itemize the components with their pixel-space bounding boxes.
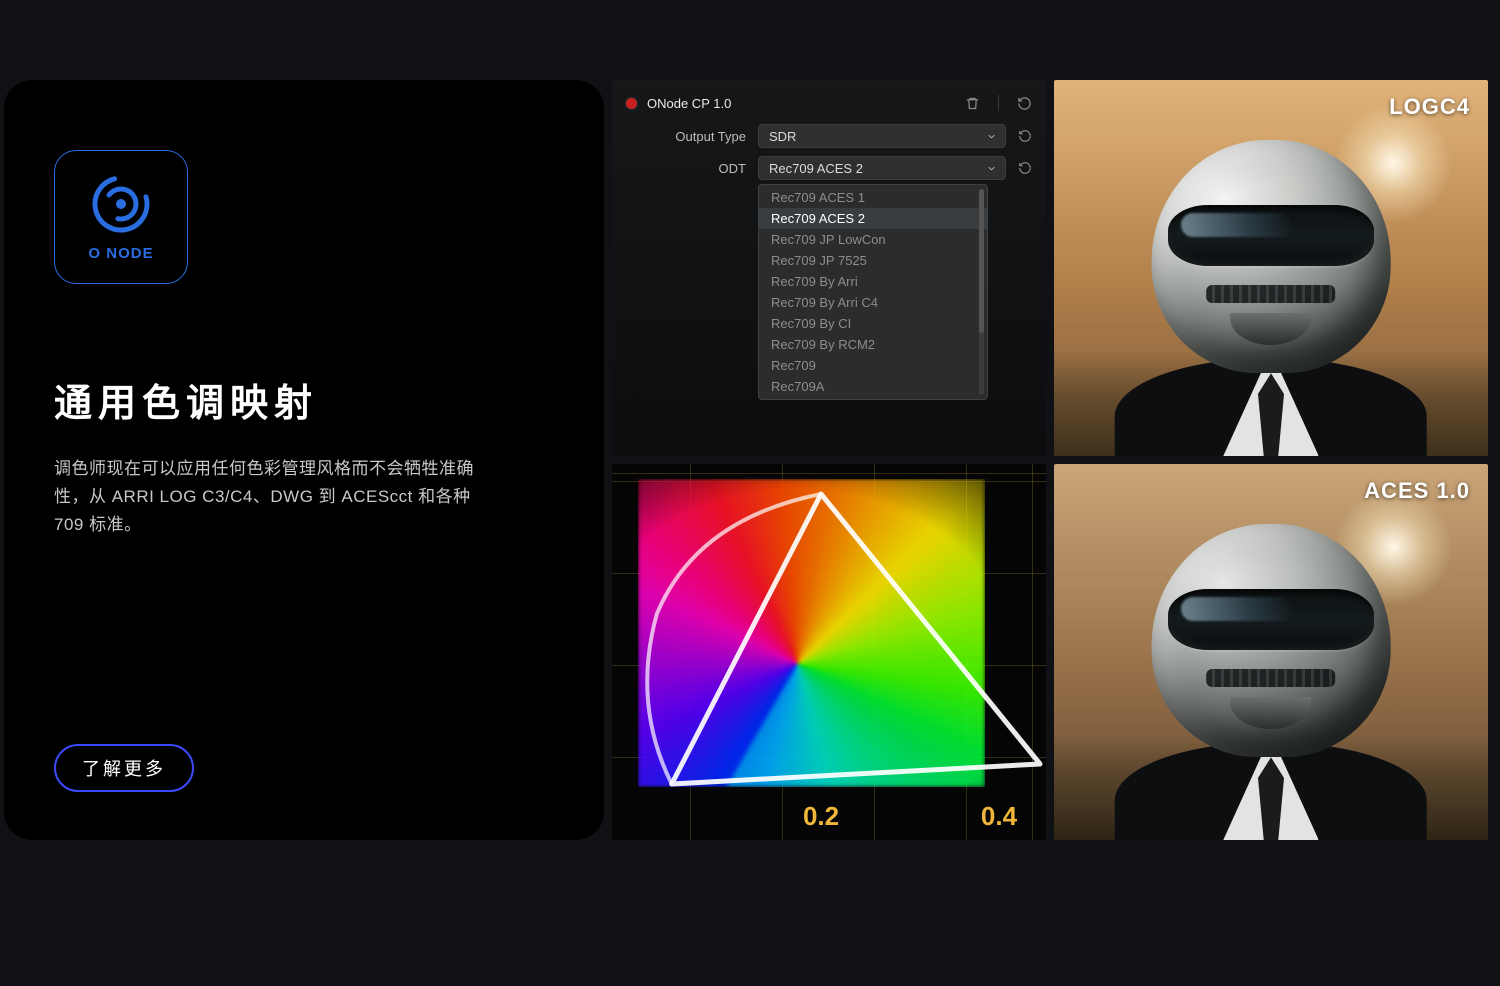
output-type-value: SDR xyxy=(769,129,796,144)
output-type-select[interactable]: SDR xyxy=(758,124,1006,148)
odt-option[interactable]: Rec709 By Arri C4 xyxy=(759,292,987,313)
axis-tick-02: 0.2 xyxy=(803,801,839,832)
trash-icon[interactable] xyxy=(965,96,980,111)
chevron-down-icon xyxy=(986,163,997,174)
odt-dropdown[interactable]: Rec709 ACES 1Rec709 ACES 2Rec709 JP LowC… xyxy=(758,184,988,400)
feature-card: O NODE 通用色调映射 调色师现在可以应用任何色彩管理风格而不会牺牲准确性，… xyxy=(4,80,604,840)
feature-heading: 通用色调映射 xyxy=(54,372,554,427)
feature-description: 调色师现在可以应用任何色彩管理风格而不会牺牲准确性，从 ARRI LOG C3/… xyxy=(54,455,494,539)
chevron-down-icon xyxy=(986,131,997,142)
onode-icon xyxy=(90,173,152,235)
odt-option[interactable]: Rec709 ACES 2 xyxy=(759,208,987,229)
reset-all-icon[interactable] xyxy=(1017,96,1032,111)
gamut-triangle-icon xyxy=(612,464,1046,840)
reset-odt-icon[interactable] xyxy=(1018,161,1032,175)
panel-title: ONode CP 1.0 xyxy=(647,96,955,111)
odt-select[interactable]: Rec709 ACES 2 xyxy=(758,156,1006,180)
odt-option[interactable]: Rec709 By RCM2 xyxy=(759,334,987,355)
odt-option[interactable]: Rec709 JP 7525 xyxy=(759,250,987,271)
odt-option[interactable]: Rec709A xyxy=(759,376,987,397)
preview-aces: ACES 1.0 xyxy=(1054,464,1488,840)
preview-label-aces: ACES 1.0 xyxy=(1364,478,1470,504)
panel-header: ONode CP 1.0 xyxy=(626,90,1032,116)
axis-tick-04: 0.4 xyxy=(981,801,1017,832)
preview-label-logc4: LOGC4 xyxy=(1389,94,1470,120)
dropdown-scrollbar[interactable] xyxy=(979,189,984,395)
output-type-row: Output Type SDR xyxy=(626,124,1032,148)
divider xyxy=(998,95,999,111)
settings-panel: ONode CP 1.0 Output Type SDR xyxy=(612,80,1046,456)
odt-option[interactable]: Rec709 By Arri xyxy=(759,271,987,292)
odt-option[interactable]: Rec709 By CI xyxy=(759,313,987,334)
odt-row: ODT Rec709 ACES 2 xyxy=(626,156,1032,180)
scrollbar-thumb[interactable] xyxy=(979,189,984,333)
odt-option[interactable]: Rec709 xyxy=(759,355,987,376)
brand-label: O NODE xyxy=(88,245,153,262)
reset-output-type-icon[interactable] xyxy=(1018,129,1032,143)
odt-option[interactable]: Rec709 JP LowCon xyxy=(759,229,987,250)
learn-more-label: 了解更多 xyxy=(82,755,166,781)
brand-logo: O NODE xyxy=(54,150,188,284)
record-indicator-icon xyxy=(626,98,637,109)
output-type-label: Output Type xyxy=(626,129,746,144)
preview-logc4: LOGC4 xyxy=(1054,80,1488,456)
odt-value: Rec709 ACES 2 xyxy=(769,161,863,176)
gamut-chart: 0.2 0.4 xyxy=(612,464,1046,840)
odt-label: ODT xyxy=(626,161,746,176)
odt-option[interactable]: Rec709 ACES 1 xyxy=(759,187,987,208)
learn-more-button[interactable]: 了解更多 xyxy=(54,744,194,792)
